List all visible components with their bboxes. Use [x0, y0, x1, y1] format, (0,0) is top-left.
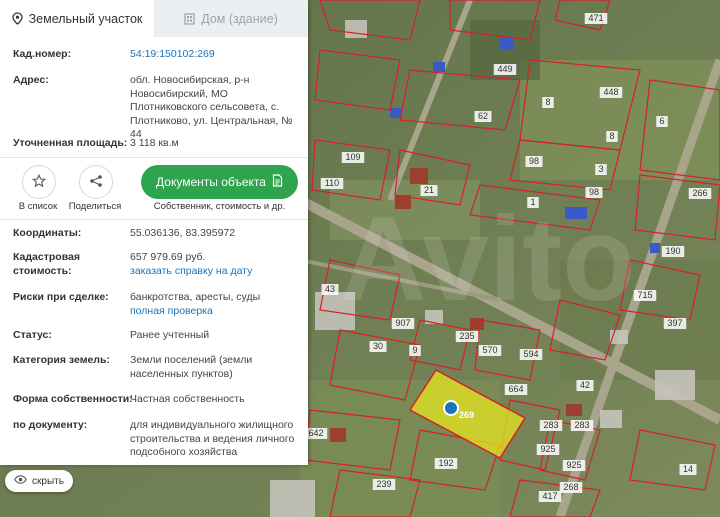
parcel-number-label[interactable]: 570: [482, 345, 497, 355]
cadastral-cost-row: Кадастровая стоимость: 657 979.69 руб. з…: [13, 251, 303, 281]
parcel-number-label[interactable]: 30: [373, 341, 383, 351]
parcel-number-label[interactable]: 98: [529, 156, 539, 166]
object-documents-button[interactable]: Документы объекта: [141, 165, 298, 199]
parcel-number-label[interactable]: 283: [574, 420, 589, 430]
coordinates-row: Координаты: 55.036136, 83.395972: [13, 227, 303, 241]
area-label: Уточненная площадь:: [13, 137, 128, 149]
parcel-number-label[interactable]: 449: [497, 64, 512, 74]
parcel-number-label[interactable]: 239: [376, 479, 391, 489]
parcel-number-label[interactable]: 471: [588, 13, 603, 23]
object-tabs: Земельный участок Дом (здание): [0, 0, 308, 37]
deal-risks-row: Риски при сделке: банкротства, аресты, с…: [13, 291, 303, 321]
share-icon: [89, 174, 103, 191]
hide-panel-button[interactable]: скрыть: [5, 470, 73, 492]
tab-land-plot[interactable]: Земельный участок: [0, 0, 154, 37]
parcel-number-label[interactable]: 190: [665, 246, 680, 256]
cadastral-cost-value: 657 979.69 руб. заказать справку на дату: [130, 251, 300, 278]
selected-location-marker[interactable]: [443, 400, 459, 416]
parcel-number-label[interactable]: 925: [566, 460, 581, 470]
parcel-number-label[interactable]: 8: [545, 97, 550, 107]
divider: [0, 157, 308, 158]
hide-panel-label: скрыть: [32, 475, 64, 487]
order-certificate-link[interactable]: заказать справку на дату: [130, 265, 300, 279]
status-label: Статус:: [13, 329, 52, 341]
parcel-number-label[interactable]: 266: [692, 188, 707, 198]
parcel-number-label[interactable]: 8: [609, 131, 614, 141]
share-caption: Поделиться: [68, 201, 122, 212]
address-label: Адрес:: [13, 74, 49, 86]
parcel-number-label[interactable]: 715: [637, 290, 652, 300]
parcel-number-label[interactable]: 43: [325, 284, 335, 294]
parcel-number-label[interactable]: 192: [438, 458, 453, 468]
cadastral-cost-label: Кадастровая стоимость:: [13, 251, 80, 277]
parcel-number-label[interactable]: 268: [563, 482, 578, 492]
area-value: 3 118 кв.м: [130, 137, 179, 149]
add-to-list-button[interactable]: [22, 165, 56, 199]
parcel-number-label[interactable]: 397: [667, 318, 682, 328]
by-document-label: по документу:: [13, 419, 88, 431]
parcel-number-label[interactable]: 925: [540, 444, 555, 454]
deal-risks-label: Риски при сделке:: [13, 291, 109, 303]
parcel-info-panel: Земельный участок Дом (здание) Кад.номер…: [0, 0, 308, 465]
address-row: Адрес: обл. Новосибирская, р-н Новосибир…: [13, 74, 303, 140]
land-category-label: Категория земель:: [13, 354, 110, 366]
parcel-number-label[interactable]: 62: [478, 111, 488, 121]
risks-text: банкротства, аресты, суды: [130, 291, 261, 303]
coordinates-label: Координаты:: [13, 227, 82, 239]
location-pin-icon: [11, 12, 23, 25]
divider: [0, 219, 308, 220]
cost-amount: 657 979.69 руб.: [130, 251, 206, 263]
parcel-number-label[interactable]: 14: [683, 464, 693, 474]
parcel-number-label[interactable]: 448: [603, 87, 618, 97]
documents-button-label: Документы объекта: [156, 175, 266, 189]
status-row: Статус: Ранее учтенный: [13, 329, 303, 343]
parcel-number-label[interactable]: 9: [412, 345, 417, 355]
ownership-value: Частная собственность: [130, 393, 245, 405]
tab-house[interactable]: Дом (здание): [154, 0, 308, 37]
coordinates-value: 55.036136, 83.395972: [130, 227, 236, 239]
document-icon: [272, 174, 283, 190]
status-value: Ранее учтенный: [130, 329, 210, 341]
address-value: обл. Новосибирская, р-н Новосибирский, М…: [130, 74, 293, 140]
parcel-number-label[interactable]: 664: [508, 384, 523, 394]
by-document-row: по документу: для индивидуального жилищн…: [13, 419, 303, 461]
parcel-number-label[interactable]: 6: [659, 116, 664, 126]
full-check-link[interactable]: полная проверка: [130, 305, 300, 319]
cadastral-row: Кад.номер: 54:19:150102:269: [13, 48, 303, 62]
map-watermark: Avito: [340, 192, 636, 326]
parcel-number-label[interactable]: 110: [325, 178, 339, 188]
parcel-number-label[interactable]: 42: [580, 380, 590, 390]
cadastral-number-link[interactable]: 54:19:150102:269: [130, 48, 300, 62]
tab-house-label: Дом (здание): [201, 11, 278, 26]
share-button[interactable]: [79, 165, 113, 199]
area-row: Уточненная площадь: 3 118 кв.м: [13, 137, 303, 151]
by-document-value: для индивидуального жилищного строительс…: [130, 419, 295, 458]
parcel-number-label[interactable]: 283: [543, 420, 558, 430]
ownership-label: Форма собственности:: [13, 393, 133, 405]
star-icon: [31, 173, 47, 191]
documents-caption: Собственник, стоимость и др.: [153, 201, 286, 212]
ownership-row: Форма собственности: Частная собственнос…: [13, 393, 303, 407]
selected-parcel-label: 269: [459, 410, 474, 420]
land-category-value: Земли поселений (земли населенных пункто…: [130, 354, 253, 380]
parcel-number-label[interactable]: 417: [542, 491, 557, 501]
tab-land-plot-label: Земельный участок: [28, 11, 143, 26]
parcel-number-label[interactable]: 109: [345, 152, 360, 162]
parcel-number-label[interactable]: 642: [308, 428, 323, 438]
add-to-list-caption: В список: [18, 201, 58, 212]
eye-icon: [14, 475, 27, 487]
cadastral-label: Кад.номер:: [13, 48, 72, 60]
parcel-number-label[interactable]: 3: [598, 164, 603, 174]
parcel-number-label[interactable]: 235: [459, 331, 474, 341]
deal-risks-value: банкротства, аресты, суды полная проверк…: [130, 291, 300, 318]
land-category-row: Категория земель: Земли поселений (земли…: [13, 354, 303, 382]
building-icon: [184, 12, 195, 25]
parcel-number-label[interactable]: 594: [523, 349, 538, 359]
